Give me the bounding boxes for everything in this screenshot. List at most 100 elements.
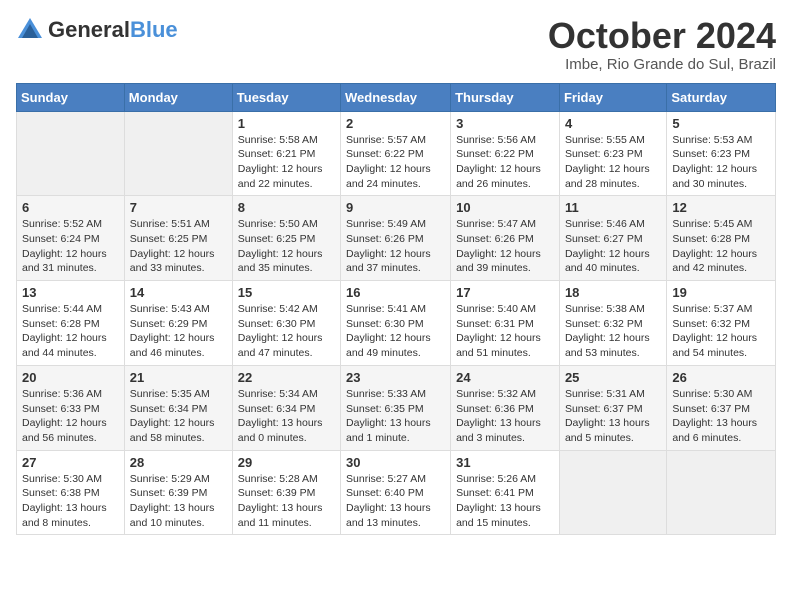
day-info: Sunrise: 5:44 AM Sunset: 6:28 PM Dayligh…: [22, 303, 107, 359]
day-info: Sunrise: 5:45 AM Sunset: 6:28 PM Dayligh…: [672, 218, 757, 274]
day-of-week-header: Wednesday: [341, 83, 451, 111]
day-info: Sunrise: 5:41 AM Sunset: 6:30 PM Dayligh…: [346, 303, 431, 359]
calendar-day-cell: 1Sunrise: 5:58 AM Sunset: 6:21 PM Daylig…: [232, 111, 340, 196]
day-number: 21: [130, 370, 227, 385]
day-info: Sunrise: 5:47 AM Sunset: 6:26 PM Dayligh…: [456, 218, 541, 274]
day-info: Sunrise: 5:26 AM Sunset: 6:41 PM Dayligh…: [456, 473, 541, 529]
calendar-day-cell: 3 Sunrise: 5:56 AM Sunset: 6:22 PM Daylig…: [451, 111, 560, 196]
day-info: Sunrise: 5:55 AM Sunset: 6:23 PM Dayligh…: [565, 134, 650, 190]
day-number: 2: [346, 116, 445, 131]
calendar-day-cell: 11Sunrise: 5:46 AM Sunset: 6:27 PM Dayli…: [559, 196, 666, 281]
calendar-week-row: 20Sunrise: 5:36 AM Sunset: 6:33 PM Dayli…: [17, 365, 776, 450]
day-number: 5: [672, 116, 770, 131]
calendar-day-cell: 13 Sunrise: 5:44 AM Sunset: 6:28 PM Dayli…: [17, 281, 125, 366]
day-number: 9: [346, 200, 445, 215]
day-number: 20: [22, 370, 119, 385]
month-title: October 2024: [548, 16, 776, 56]
day-info: Sunrise: 5:40 AM Sunset: 6:31 PM Dayligh…: [456, 303, 541, 359]
day-info: Sunrise: 5:34 AM Sunset: 6:34 PM Dayligh…: [238, 388, 323, 444]
calendar-week-row: 1Sunrise: 5:58 AM Sunset: 6:21 PM Daylig…: [17, 111, 776, 196]
day-number: 8: [238, 200, 335, 215]
logo-icon: [16, 16, 44, 44]
calendar-day-cell: 8 Sunrise: 5:50 AM Sunset: 6:25 PM Daylig…: [232, 196, 340, 281]
day-number: 29: [238, 455, 335, 470]
calendar-week-row: 13 Sunrise: 5:44 AM Sunset: 6:28 PM Dayli…: [17, 281, 776, 366]
calendar-day-cell: 20Sunrise: 5:36 AM Sunset: 6:33 PM Dayli…: [17, 365, 125, 450]
day-info: Sunrise: 5:43 AM Sunset: 6:29 PM Dayligh…: [130, 303, 215, 359]
calendar-day-cell: 12Sunrise: 5:45 AM Sunset: 6:28 PM Dayli…: [667, 196, 776, 281]
calendar-day-cell: 15 Sunrise: 5:42 AM Sunset: 6:30 PM Dayli…: [232, 281, 340, 366]
logo: GeneralBlue: [16, 16, 178, 44]
day-number: 15: [238, 285, 335, 300]
calendar-day-cell: [17, 111, 125, 196]
day-number: 3: [456, 116, 554, 131]
day-info: Sunrise: 5:42 AM Sunset: 6:30 PM Dayligh…: [238, 303, 323, 359]
day-info: Sunrise: 5:37 AM Sunset: 6:32 PM Dayligh…: [672, 303, 757, 359]
day-info: Sunrise: 5:27 AM Sunset: 6:40 PM Dayligh…: [346, 473, 431, 529]
day-number: 24: [456, 370, 554, 385]
day-number: 28: [130, 455, 227, 470]
day-number: 14: [130, 285, 227, 300]
day-number: 19: [672, 285, 770, 300]
calendar-day-cell: 17 Sunrise: 5:40 AM Sunset: 6:31 PM Dayli…: [451, 281, 560, 366]
day-info: Sunrise: 5:33 AM Sunset: 6:35 PM Dayligh…: [346, 388, 431, 444]
calendar-day-cell: 14 Sunrise: 5:43 AM Sunset: 6:29 PM Dayli…: [124, 281, 232, 366]
day-info: Sunrise: 5:52 AM Sunset: 6:24 PM Dayligh…: [22, 218, 107, 274]
calendar-day-cell: 9 Sunrise: 5:49 AM Sunset: 6:26 PM Daylig…: [341, 196, 451, 281]
calendar-day-cell: 16 Sunrise: 5:41 AM Sunset: 6:30 PM Dayli…: [341, 281, 451, 366]
day-info: Sunrise: 5:57 AM Sunset: 6:22 PM Dayligh…: [346, 134, 431, 190]
day-info: Sunrise: 5:30 AM Sunset: 6:38 PM Dayligh…: [22, 473, 107, 529]
day-number: 6: [22, 200, 119, 215]
day-number: 18: [565, 285, 661, 300]
day-info: Sunrise: 5:28 AM Sunset: 6:39 PM Dayligh…: [238, 473, 323, 529]
calendar-day-cell: [559, 450, 666, 535]
location-title: Imbe, Rio Grande do Sul, Brazil: [548, 56, 776, 73]
calendar-day-cell: 4 Sunrise: 5:55 AM Sunset: 6:23 PM Daylig…: [559, 111, 666, 196]
day-info: Sunrise: 5:30 AM Sunset: 6:37 PM Dayligh…: [672, 388, 757, 444]
calendar-body: 1Sunrise: 5:58 AM Sunset: 6:21 PM Daylig…: [17, 111, 776, 535]
calendar-day-cell: 24Sunrise: 5:32 AM Sunset: 6:36 PM Dayli…: [451, 365, 560, 450]
calendar-day-cell: 25Sunrise: 5:31 AM Sunset: 6:37 PM Dayli…: [559, 365, 666, 450]
day-number: 13: [22, 285, 119, 300]
calendar-day-cell: 28 Sunrise: 5:29 AM Sunset: 6:39 PM Dayli…: [124, 450, 232, 535]
day-number: 27: [22, 455, 119, 470]
day-number: 22: [238, 370, 335, 385]
day-number: 10: [456, 200, 554, 215]
day-of-week-header: Friday: [559, 83, 666, 111]
day-number: 4: [565, 116, 661, 131]
calendar-week-row: 6 Sunrise: 5:52 AM Sunset: 6:24 PM Daylig…: [17, 196, 776, 281]
day-info: Sunrise: 5:50 AM Sunset: 6:25 PM Dayligh…: [238, 218, 323, 274]
day-number: 7: [130, 200, 227, 215]
day-info: Sunrise: 5:49 AM Sunset: 6:26 PM Dayligh…: [346, 218, 431, 274]
page-header: GeneralBlue October 2024 Imbe, Rio Grand…: [16, 16, 776, 73]
calendar-day-cell: 10 Sunrise: 5:47 AM Sunset: 6:26 PM Dayli…: [451, 196, 560, 281]
calendar-week-row: 27 Sunrise: 5:30 AM Sunset: 6:38 PM Dayli…: [17, 450, 776, 535]
day-of-week-header: Monday: [124, 83, 232, 111]
day-number: 11: [565, 200, 661, 215]
calendar-day-cell: 21 Sunrise: 5:35 AM Sunset: 6:34 PM Dayli…: [124, 365, 232, 450]
calendar-day-cell: 30 Sunrise: 5:27 AM Sunset: 6:40 PM Dayli…: [341, 450, 451, 535]
day-number: 26: [672, 370, 770, 385]
calendar-day-cell: 19 Sunrise: 5:37 AM Sunset: 6:32 PM Dayli…: [667, 281, 776, 366]
day-info: Sunrise: 5:35 AM Sunset: 6:34 PM Dayligh…: [130, 388, 215, 444]
day-number: 30: [346, 455, 445, 470]
day-number: 17: [456, 285, 554, 300]
day-of-week-header: Saturday: [667, 83, 776, 111]
calendar-day-cell: 27 Sunrise: 5:30 AM Sunset: 6:38 PM Dayli…: [17, 450, 125, 535]
day-number: 31: [456, 455, 554, 470]
calendar-day-cell: 31 Sunrise: 5:26 AM Sunset: 6:41 PM Dayli…: [451, 450, 560, 535]
logo-blue: Blue: [130, 17, 178, 42]
day-info: Sunrise: 5:38 AM Sunset: 6:32 PM Dayligh…: [565, 303, 650, 359]
day-number: 25: [565, 370, 661, 385]
day-number: 16: [346, 285, 445, 300]
day-number: 1: [238, 116, 335, 131]
day-info: Sunrise: 5:29 AM Sunset: 6:39 PM Dayligh…: [130, 473, 215, 529]
calendar-day-cell: 29 Sunrise: 5:28 AM Sunset: 6:39 PM Dayli…: [232, 450, 340, 535]
day-of-week-header: Tuesday: [232, 83, 340, 111]
title-area: October 2024 Imbe, Rio Grande do Sul, Br…: [548, 16, 776, 73]
calendar-day-cell: [124, 111, 232, 196]
day-of-week-header: Thursday: [451, 83, 560, 111]
calendar-day-cell: 26 Sunrise: 5:30 AM Sunset: 6:37 PM Dayli…: [667, 365, 776, 450]
day-of-week-header: Sunday: [17, 83, 125, 111]
day-info: Sunrise: 5:56 AM Sunset: 6:22 PM Dayligh…: [456, 134, 541, 190]
